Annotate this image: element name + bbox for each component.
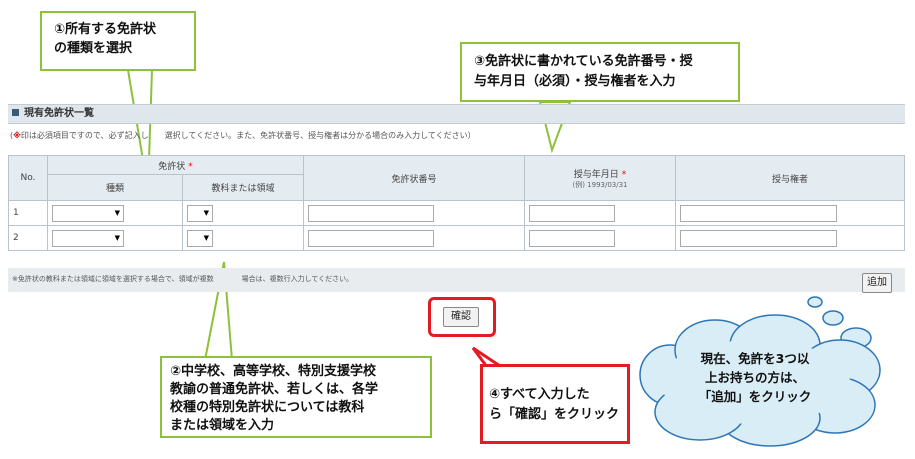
table-row: 1 ▼ ▼ [8,200,905,226]
license-number-input[interactable] [308,204,434,222]
date-header-label: 授与年月日 [573,169,619,180]
subject-header: 教科または領域 [182,174,304,201]
confirm-button[interactable]: 確認 [443,307,479,327]
type-cell: ▼ [47,200,183,226]
cloud-text: 現在、免許を3つ以 上お持ちの方は、 「追加」をクリック [670,349,840,406]
callout-enter-subject: ②中学校、高等学校、特別支援学校 教諭の普通免許状、若しくは、各学 校種の特別免… [160,356,432,438]
number-header: 免許状番号 [303,155,525,201]
callout1-line1: ①所有する免許状 [54,22,157,37]
callout-click-confirm: ④すべて入力した ら「確認」をクリック [480,364,630,444]
date-cell [524,225,676,251]
number-cell [303,225,525,251]
date-required-star: * [621,169,627,180]
issue-date-input[interactable] [529,229,615,247]
authority-input[interactable] [680,229,837,247]
section-title: 現有免許状一覧 [24,108,94,119]
no-header: No. [8,155,48,201]
date-header: 授与年月日 * (例) 1993/03/31 [524,155,676,201]
type-select[interactable]: ▼ [52,229,124,247]
required-mark: ※ [13,131,21,140]
authority-header: 授与権者 [675,155,905,201]
callout-select-type: ①所有する免許状 の種類を選択 [40,11,196,71]
header-row: No. 免許状 * 免許状番号 授与年月日 * (例) 1993/03/31 授与… [8,154,905,201]
subject-cell: ▼ [182,200,304,226]
subject-cell: ▼ [182,225,304,251]
license-header-label: 免許状 [158,161,186,172]
required-note: (※印は必須項目ですので、必ず記入し 選択してください。また、免許状番号、授与権… [10,130,476,141]
subject-select[interactable]: ▼ [187,204,213,222]
license-required-star: * [188,161,193,172]
authority-cell [675,200,905,226]
license-header: 免許状 * [47,154,304,176]
row-number: 2 [8,225,48,251]
callout4-line1: ④すべて入力した [489,387,590,402]
footer-note: ※免許状の教科または領域に領域を選択する場合で、領域が複数 場合は、複数行入力し… [12,275,354,283]
callout3-line2: 与年月日（必須）・授与権者を入力 [474,74,676,89]
date-cell [524,200,676,226]
cloud-line3: 「追加」をクリック [698,389,812,404]
callout-enter-details: ③免許状に書かれている免許番号・授 与年月日（必須）・授与権者を入力 [460,42,740,102]
cloud-line1: 現在、免許を3つ以 [700,351,810,366]
callout2-line3: 校種の特別免許状については教科 [170,400,365,415]
dropdown-arrow-icon: ▼ [203,208,209,217]
callout3-line1: ③免許状に書かれている免許番号・授 [474,54,693,69]
required-note-text: 印は必須項目ですので、必ず記入し 選択してください。また、免許状番号、授与権者は… [20,131,476,140]
callout2-line4: または領域を入力 [170,418,275,433]
subject-select[interactable]: ▼ [187,229,213,247]
type-cell: ▼ [47,225,183,251]
type-header: 種類 [47,174,183,201]
cloud-line2: 上お持ちの方は、 [704,370,805,385]
header-square-icon [12,108,19,116]
callout2-line1: ②中学校、高等学校、特別支援学校 [170,364,377,379]
row-number: 1 [8,200,48,226]
authority-input[interactable] [680,204,837,222]
number-cell [303,200,525,226]
authority-cell [675,225,905,251]
license-table: No. 免許状 * 免許状番号 授与年月日 * (例) 1993/03/31 授与… [8,154,905,251]
callout1-line2: の種類を選択 [54,41,133,56]
add-button[interactable]: 追加 [862,273,892,293]
dropdown-arrow-icon: ▼ [114,208,120,217]
date-example: (例) 1993/03/31 [572,180,628,189]
dropdown-arrow-icon: ▼ [203,233,209,242]
type-select[interactable]: ▼ [52,204,124,222]
dropdown-arrow-icon: ▼ [114,233,120,242]
license-number-input[interactable] [308,229,434,247]
callout2-line2: 教諭の普通免許状、若しくは、各学 [170,382,379,397]
issue-date-input[interactable] [529,204,615,222]
callout4-line2: ら「確認」をクリック [489,407,620,422]
section-header: 現有免許状一覧 [8,104,905,124]
table-row: 2 ▼ ▼ [8,225,905,251]
